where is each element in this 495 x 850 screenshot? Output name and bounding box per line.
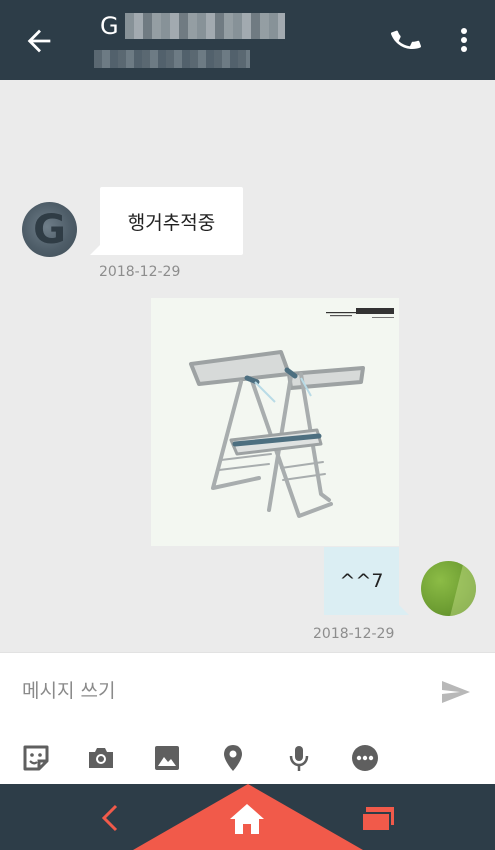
send-icon[interactable] [440,679,472,705]
bottom-navigation [0,784,495,850]
contact-number-redacted [94,50,250,68]
back-nav-icon[interactable] [96,802,126,834]
incoming-message-bubble[interactable]: 행거추적중 [90,187,243,255]
more-vert-icon[interactable] [452,24,476,56]
my-avatar[interactable] [421,561,476,616]
outgoing-image-message[interactable] [151,298,399,546]
message-list[interactable]: G 행거추적중 2018-12-29 ^^7 2018-12-29 [0,80,495,652]
camera-icon[interactable] [84,741,118,775]
recents-icon[interactable] [360,805,396,835]
outgoing-message-bubble[interactable]: ^^7 [324,547,409,615]
arrow-left-icon[interactable] [22,24,56,58]
phone-icon[interactable] [390,24,422,56]
avatar-letter: G [33,206,66,253]
message-text: 행거추적중 [127,211,216,234]
message-input[interactable] [22,675,412,707]
sticker-icon[interactable] [19,741,53,775]
home-icon[interactable] [228,802,266,836]
more-horiz-icon[interactable] [348,741,382,775]
composer-toolbar [0,737,495,777]
message-text: ^^7 [339,570,384,592]
location-icon[interactable] [216,741,250,775]
message-date: 2018-12-29 [313,626,395,642]
microphone-icon[interactable] [282,741,316,775]
app-bar: G [0,0,495,80]
drying-rack-image [189,350,365,518]
message-date: 2018-12-29 [99,264,181,280]
message-composer [0,652,495,784]
contact-avatar[interactable]: G [22,202,77,257]
contact-name: G [100,12,285,40]
contact-name-initial: G [100,12,119,40]
contact-name-redacted [124,13,285,39]
image-icon[interactable] [150,741,184,775]
